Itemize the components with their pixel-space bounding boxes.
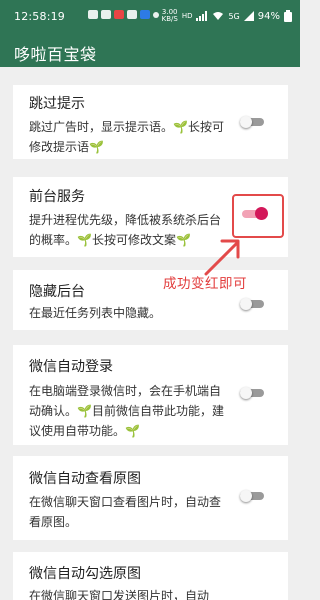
- translate-app-icon: [140, 10, 150, 19]
- status-right: 3.00 KB/S HD 5G 94%: [162, 9, 292, 23]
- setting-card-wechat-auto-login[interactable]: 微信自动登录 在电脑端登录微信时，会在手机端自动确认。🌱目前微信自带此功能，建议…: [13, 345, 288, 445]
- setting-title: 微信自动查看原图: [29, 471, 141, 487]
- wechat-auto-login-toggle[interactable]: [240, 387, 264, 399]
- setting-title: 隐藏后台: [29, 284, 85, 300]
- setting-card-skip-tip[interactable]: 跳过提示 跳过广告时，显示提示语。🌱长按可修改提示语🌱: [13, 85, 288, 159]
- setting-description: 提升进程优先级，降低被系统杀后台的概率。🌱长按可修改文案🌱: [29, 213, 222, 247]
- message-icon: [101, 10, 111, 19]
- wechat-icon: [88, 10, 98, 19]
- more-dots-icon: [153, 12, 159, 18]
- setting-card-wechat-select-original[interactable]: 微信自动勾选原图 在微信聊天窗口发送图片时，自动: [13, 552, 288, 600]
- status-time: 12:58:19: [14, 10, 66, 23]
- signal-type: 5G: [228, 11, 240, 21]
- battery-icon: [284, 10, 292, 22]
- toggle-thumb: [240, 298, 252, 310]
- wechat-view-original-toggle[interactable]: [240, 490, 264, 502]
- wifi-icon: [213, 12, 224, 20]
- setting-description: 在最近任务列表中隐藏。: [29, 306, 162, 320]
- setting-description: 在微信聊天窗口发送图片时，自动: [29, 589, 210, 600]
- setting-title: 前台服务: [29, 189, 85, 205]
- notification-icons: [88, 10, 159, 19]
- toggle-thumb: [240, 387, 252, 399]
- video-app-icon: [114, 10, 124, 19]
- skip-tip-toggle[interactable]: [240, 116, 264, 128]
- net-speed-unit: KB/S: [161, 15, 178, 23]
- net-speed: 3.00 KB/S: [162, 9, 178, 23]
- app-bar: 哆啦百宝袋: [0, 33, 300, 67]
- status-bar: 12:58:19 3.00 KB/S HD 5G 94%: [0, 0, 300, 33]
- setting-title: 微信自动登录: [29, 359, 113, 375]
- setting-description: 跳过广告时，显示提示语。🌱长按可修改提示语🌱: [29, 120, 224, 154]
- signal-strength-icon: [243, 11, 254, 21]
- mail-icon: [127, 10, 137, 19]
- hd-badge: HD: [181, 12, 193, 20]
- setting-card-wechat-view-original[interactable]: 微信自动查看原图 在微信聊天窗口查看图片时，自动查看原图。: [13, 456, 288, 540]
- app-title: 哆啦百宝袋: [14, 45, 97, 64]
- setting-description: 在电脑端登录微信时，会在手机端自动确认。🌱目前微信自带此功能，建议使用自带功能。…: [29, 384, 224, 438]
- setting-description: 在微信聊天窗口查看图片时，自动查看原图。: [29, 495, 222, 529]
- toggle-thumb: [240, 490, 252, 502]
- setting-title: 跳过提示: [29, 96, 85, 112]
- annotation-text: 成功变红即可: [163, 276, 247, 292]
- setting-title: 微信自动勾选原图: [29, 566, 141, 582]
- toggle-thumb: [240, 116, 252, 128]
- battery-level: 94%: [257, 10, 280, 22]
- hide-recents-toggle[interactable]: [240, 298, 264, 310]
- signal-icon: [196, 11, 208, 21]
